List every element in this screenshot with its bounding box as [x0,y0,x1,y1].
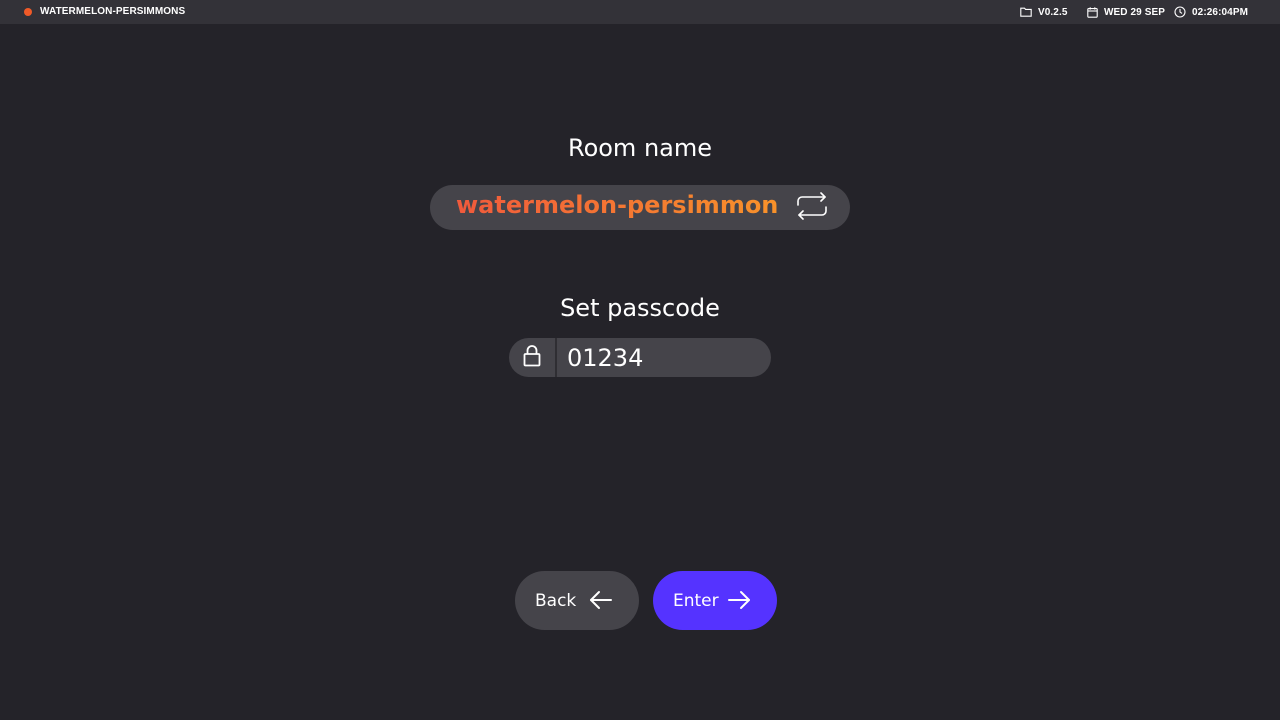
back-button-label: Back [535,590,577,611]
room-name-field: watermelon-persimmon [430,185,850,230]
top-status-bar: WATERMELON-PERSIMMONS V0.2.5 WED 29 SEP [0,0,1280,24]
status-dot [24,8,32,16]
time-text: 02:26:04PM [1192,6,1249,18]
version-text: V0.2.5 [1038,6,1068,18]
enter-button-label: Enter [673,590,719,611]
passcode-field [509,338,771,377]
room-name-heading: Room name [567,134,713,162]
app-title: WATERMELON-PERSIMMONS [40,6,186,17]
enter-button[interactable]: Enter [653,571,777,630]
time-indicator: 02:26:04PM [1174,0,1248,24]
date-indicator: WED 29 SEP [1087,0,1165,24]
refresh-room-name-button[interactable] [792,191,832,224]
room-name-value: watermelon-persimmon [456,191,779,219]
calendar-icon [1087,6,1098,18]
clock-icon [1174,6,1186,18]
passcode-input[interactable] [567,342,757,373]
date-text: WED 29 SEP [1104,6,1166,18]
folder-icon [1020,7,1032,17]
refresh-icon [796,191,828,224]
back-button[interactable]: Back [515,571,639,630]
lock-icon [523,344,541,371]
lock-icon-wrapper [509,338,557,377]
passcode-heading: Set passcode [560,294,720,322]
version-indicator: V0.2.5 [1020,0,1068,24]
